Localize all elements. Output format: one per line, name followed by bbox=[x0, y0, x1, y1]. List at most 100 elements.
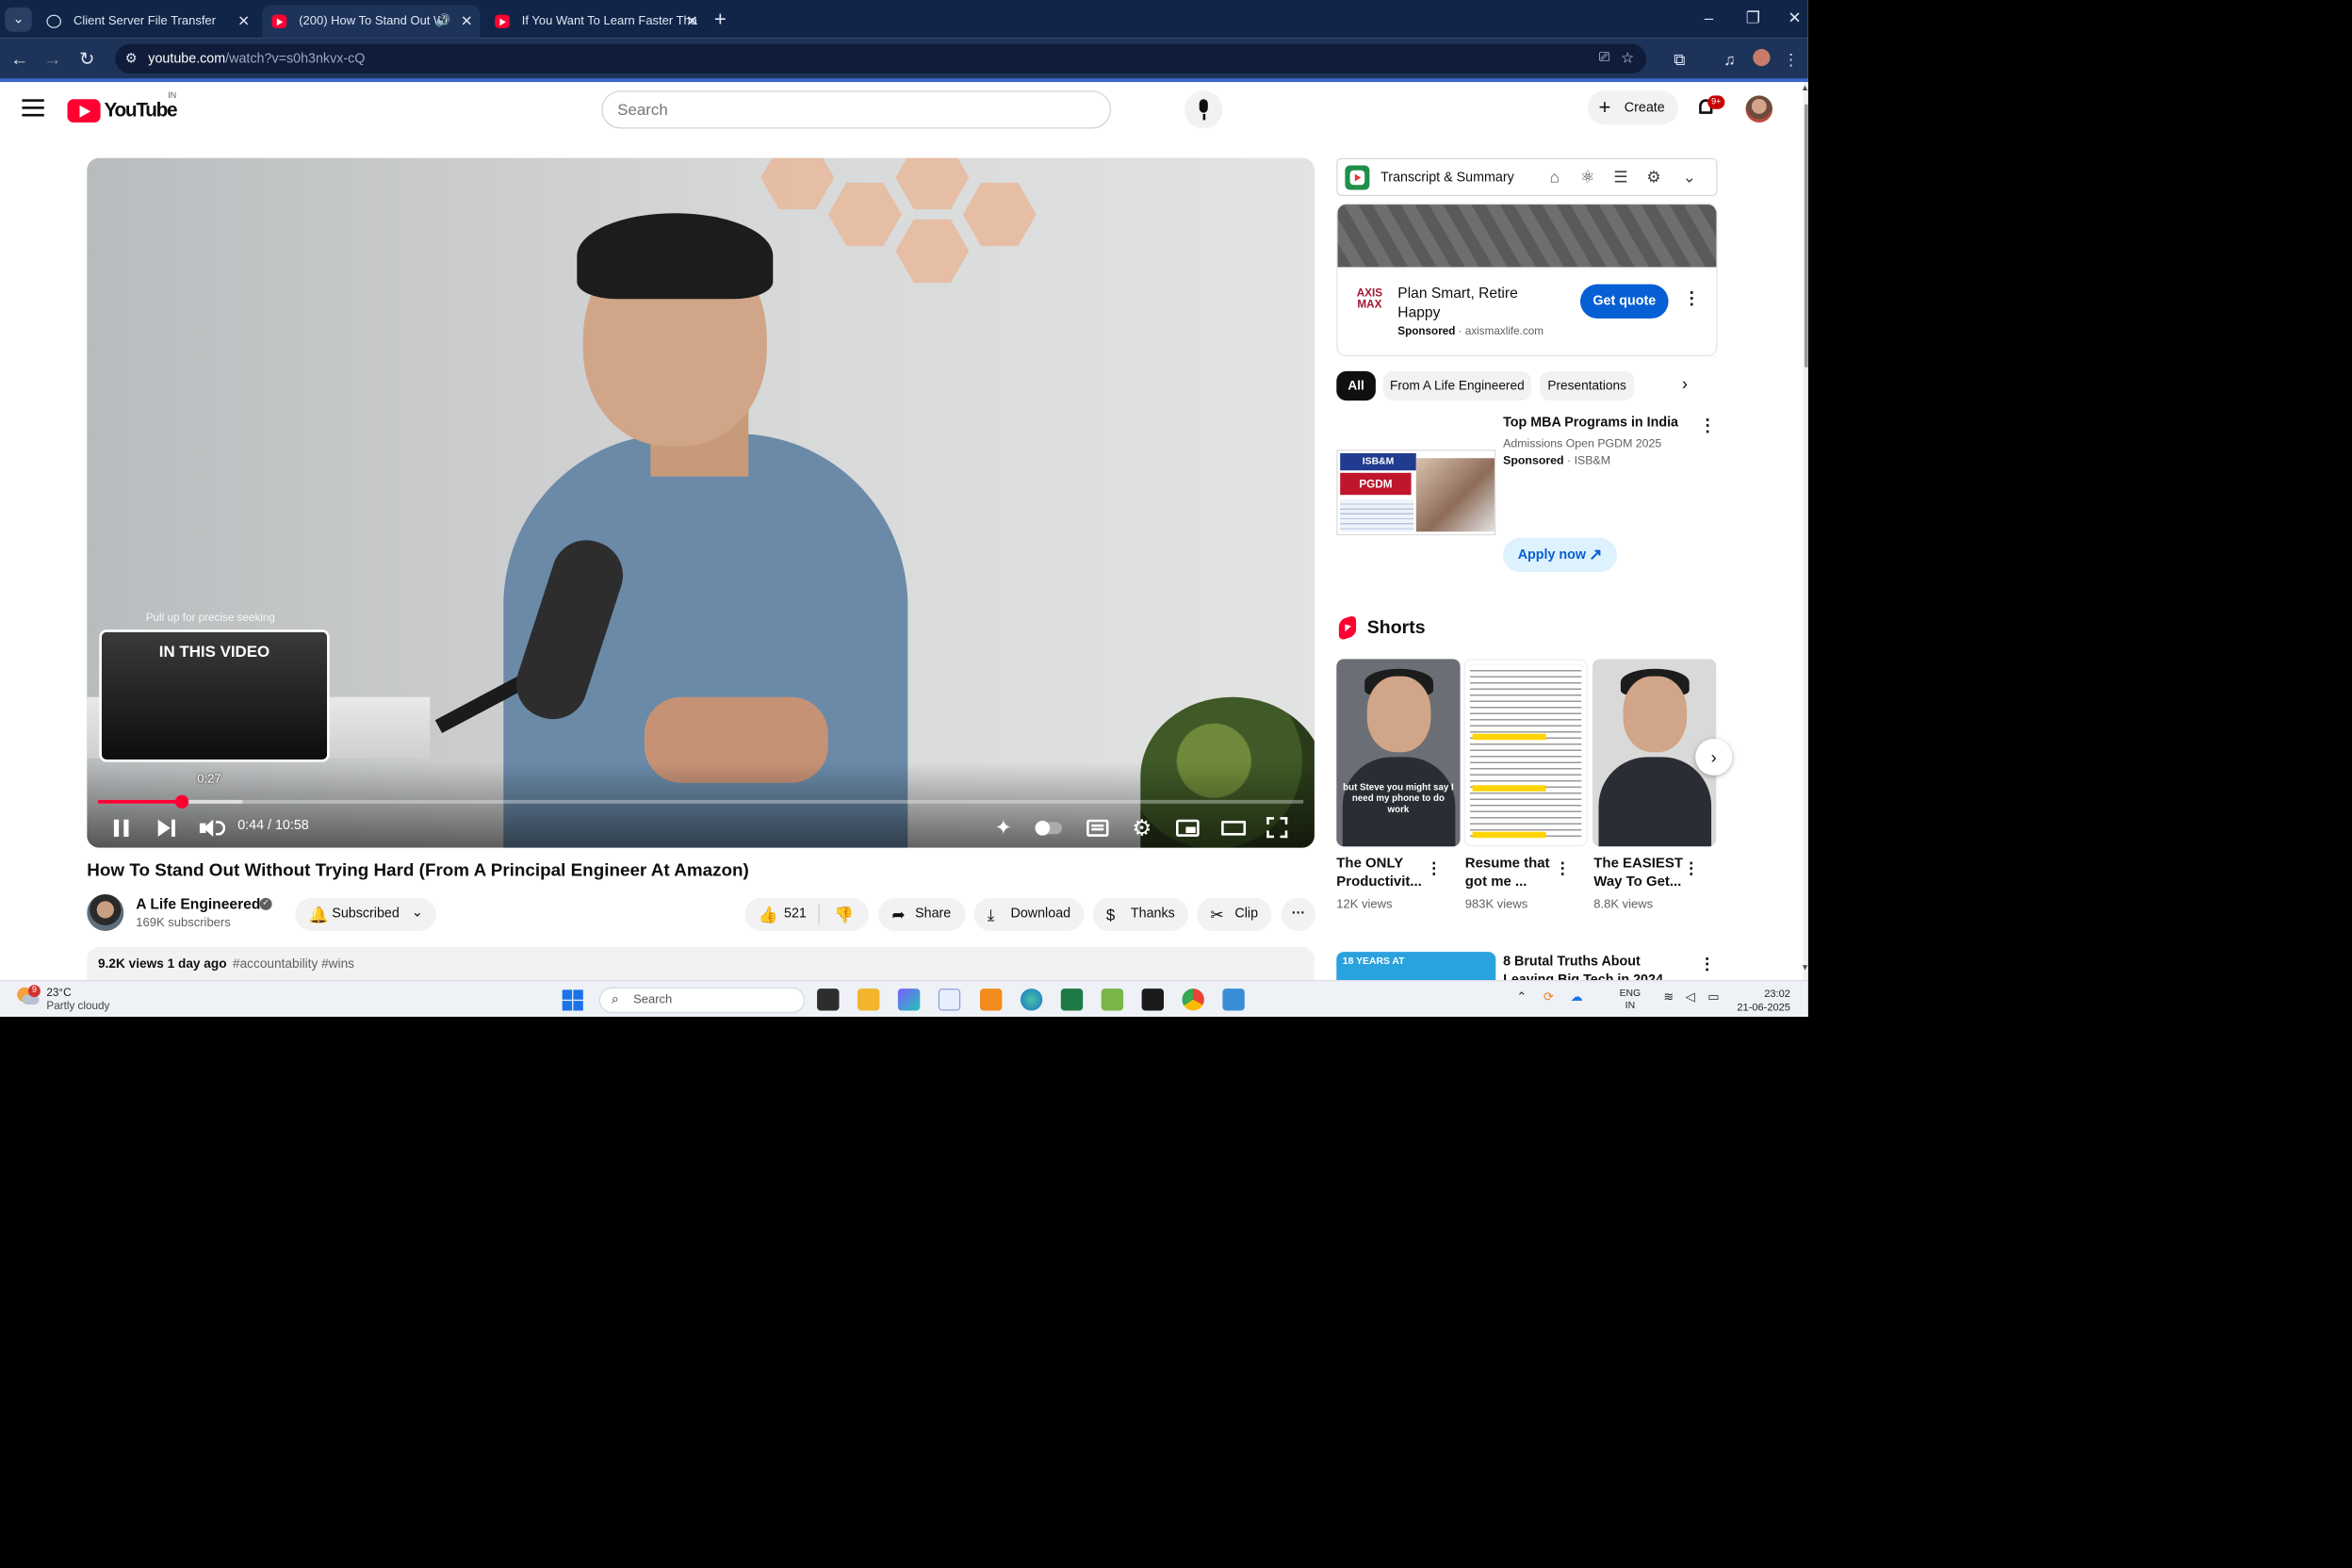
profile-avatar-icon[interactable] bbox=[1749, 49, 1773, 73]
menu-icon[interactable] bbox=[22, 99, 44, 121]
bookmark-star-icon[interactable]: ☆ bbox=[1621, 49, 1634, 66]
video-player[interactable]: Pull up for precise seeking IN THIS VIDE… bbox=[87, 157, 1315, 848]
minimize-icon[interactable]: – bbox=[1690, 5, 1727, 32]
transcript-summary-extension[interactable]: Transcript & Summary ⌂ ⚛ ☰ ⚙ ⌄ bbox=[1336, 157, 1718, 196]
copilot-icon[interactable] bbox=[897, 988, 921, 1011]
ad-thumbnail[interactable]: ISB&M PGDM bbox=[1336, 449, 1496, 536]
photos-icon[interactable] bbox=[1222, 988, 1245, 1011]
close-tab-icon[interactable]: ✕ bbox=[237, 5, 250, 38]
create-button[interactable]: + Create bbox=[1587, 90, 1678, 125]
transcript-icon[interactable]: ☰ bbox=[1609, 167, 1631, 188]
task-view-icon[interactable] bbox=[817, 988, 840, 1011]
show-hidden-icons-icon[interactable]: ⌃ bbox=[1516, 991, 1527, 1004]
chevron-down-icon[interactable]: ⌄ bbox=[1678, 167, 1700, 188]
hashtags[interactable]: #accountability #wins bbox=[233, 956, 354, 972]
weather-icon[interactable]: 9 bbox=[17, 985, 41, 1007]
chapter-preview[interactable]: IN THIS VIDEO bbox=[99, 629, 330, 762]
channel-name[interactable]: A Life Engineered bbox=[136, 895, 260, 912]
short-more-icon[interactable]: ⋮ bbox=[1683, 858, 1699, 878]
subscribed-button[interactable]: 🔔 Subscribed ⌄ bbox=[295, 897, 436, 931]
fullscreen-icon[interactable] bbox=[1266, 817, 1288, 839]
scrubber-handle[interactable] bbox=[174, 794, 189, 808]
new-tab-button[interactable]: + bbox=[714, 5, 727, 34]
tab-learn-faster[interactable]: If You Want To Learn Faster Tha ✕ bbox=[485, 5, 706, 38]
media-control-icon[interactable]: ♫ bbox=[1718, 49, 1742, 71]
voice-search-mic-icon[interactable] bbox=[1184, 90, 1223, 129]
settings-gear-icon[interactable]: ⚙ bbox=[1132, 814, 1152, 841]
robot-icon[interactable]: ⌂ bbox=[1544, 167, 1565, 188]
battery-icon[interactable]: ▭ bbox=[1707, 991, 1719, 1004]
video-title-link[interactable]: 8 Brutal Truths About Leaving Big Tech i… bbox=[1503, 953, 1687, 980]
notifications-bell-icon[interactable]: 9+ bbox=[1695, 95, 1725, 120]
extensions-icon[interactable]: ⧉ bbox=[1667, 49, 1691, 71]
address-bar[interactable]: ⚙ youtube.com/watch?v=s0h3nkvx-cQ ⎚ ☆ bbox=[115, 43, 1647, 74]
restore-icon[interactable]: ❐ bbox=[1735, 5, 1772, 32]
taskbar-search[interactable]: ⌕ Search bbox=[598, 987, 806, 1014]
theater-mode-icon[interactable] bbox=[1221, 820, 1247, 836]
description-box[interactable]: 9.2K views 1 day ago #accountability #wi… bbox=[87, 946, 1315, 981]
video-more-icon[interactable]: ⋮ bbox=[1699, 955, 1715, 974]
thanks-button[interactable]: $ Thanks bbox=[1092, 897, 1188, 931]
forward-icon[interactable]: → bbox=[40, 46, 67, 74]
windows-start-icon[interactable] bbox=[562, 989, 583, 1011]
scroll-up-icon[interactable]: ▲ bbox=[1801, 85, 1808, 93]
more-actions-button[interactable]: ··· bbox=[1281, 897, 1316, 931]
extension-settings-icon[interactable]: ⚙ bbox=[1642, 167, 1664, 188]
scroll-down-icon[interactable]: ▼ bbox=[1801, 964, 1808, 972]
chip-all[interactable]: All bbox=[1336, 370, 1376, 401]
short-thumbnail[interactable] bbox=[1463, 659, 1588, 847]
onedrive-icon[interactable]: ☁ bbox=[1571, 991, 1583, 1004]
ad-more-icon[interactable]: ⋮ bbox=[1683, 288, 1700, 309]
ai-sparkle-icon[interactable]: ✦ bbox=[995, 814, 1013, 841]
video-thumbnail[interactable]: 18 YEARS AT bbox=[1336, 952, 1496, 981]
tab-youtube-active[interactable]: (200) How To Stand Out Wi 🔊 ✕ bbox=[262, 5, 481, 39]
install-app-icon[interactable]: ⎚ bbox=[1599, 50, 1609, 66]
account-avatar[interactable] bbox=[1745, 95, 1773, 122]
short-thumbnail[interactable]: but Steve you might say I need my phone … bbox=[1336, 659, 1461, 847]
chevron-right-icon[interactable]: › bbox=[1682, 374, 1688, 394]
subtitles-icon[interactable] bbox=[1086, 819, 1109, 837]
chrome-icon[interactable] bbox=[1182, 988, 1204, 1011]
chip-from-channel[interactable]: From A Life Engineered bbox=[1382, 370, 1531, 401]
download-button[interactable]: ⤓ Download bbox=[973, 897, 1085, 931]
wifi-icon[interactable]: ≋ bbox=[1663, 991, 1674, 1004]
openai-icon[interactable]: ⚛ bbox=[1576, 167, 1598, 188]
short-more-icon[interactable]: ⋮ bbox=[1555, 858, 1571, 878]
terminal-icon[interactable] bbox=[1141, 988, 1164, 1011]
dislike-icon[interactable]: 👎 bbox=[834, 898, 854, 931]
chrome-menu-icon[interactable]: ⋮ bbox=[1779, 49, 1804, 71]
sponsored-ad-card[interactable]: AXIS MAX Plan Smart, Retire Happy Sponso… bbox=[1336, 203, 1718, 357]
back-icon[interactable]: ← bbox=[7, 46, 34, 74]
clock[interactable]: 23:02 21-06-2025 bbox=[1737, 988, 1790, 1015]
progress-bar[interactable] bbox=[98, 794, 1304, 808]
next-video-icon[interactable] bbox=[156, 814, 176, 841]
close-window-icon[interactable]: ✕ bbox=[1776, 5, 1808, 32]
ad-more-icon[interactable]: ⋮ bbox=[1699, 416, 1716, 436]
reload-icon[interactable]: ↻ bbox=[74, 46, 101, 74]
file-explorer-icon[interactable] bbox=[857, 988, 880, 1011]
apply-now-button[interactable]: Apply now ↗ bbox=[1503, 537, 1617, 573]
clip-button[interactable]: ✂ Clip bbox=[1197, 897, 1272, 931]
channel-avatar[interactable] bbox=[87, 893, 124, 931]
tab-search-menu-icon[interactable]: ⌄ bbox=[5, 7, 32, 32]
office-app-icon[interactable] bbox=[980, 988, 1003, 1011]
excel-icon[interactable] bbox=[1060, 988, 1084, 1011]
like-count[interactable]: 521 bbox=[784, 898, 807, 931]
site-settings-icon[interactable]: ⚙ bbox=[125, 50, 142, 67]
like-icon[interactable]: 👍 bbox=[759, 898, 778, 931]
scrollbar-thumb[interactable] bbox=[1804, 104, 1808, 368]
language-indicator[interactable]: ENG IN bbox=[1620, 988, 1642, 1012]
autoplay-toggle[interactable] bbox=[1035, 820, 1063, 836]
ad-title[interactable]: Top MBA Programs in India bbox=[1503, 416, 1678, 431]
speaker-icon[interactable]: 🔊 bbox=[435, 5, 450, 38]
miniplayer-icon[interactable] bbox=[1176, 819, 1200, 837]
chart-app-icon[interactable] bbox=[1101, 988, 1124, 1011]
short-more-icon[interactable]: ⋮ bbox=[1426, 858, 1442, 878]
volume-tray-icon[interactable]: ◁ bbox=[1686, 991, 1695, 1004]
get-quote-button[interactable]: Get quote bbox=[1579, 284, 1669, 318]
share-button[interactable]: ➦ Share bbox=[878, 897, 966, 931]
app-window-icon[interactable] bbox=[938, 988, 961, 1011]
close-tab-icon[interactable]: ✕ bbox=[461, 5, 473, 38]
chip-presentations[interactable]: Presentations bbox=[1540, 370, 1635, 401]
pause-icon[interactable] bbox=[113, 814, 130, 841]
